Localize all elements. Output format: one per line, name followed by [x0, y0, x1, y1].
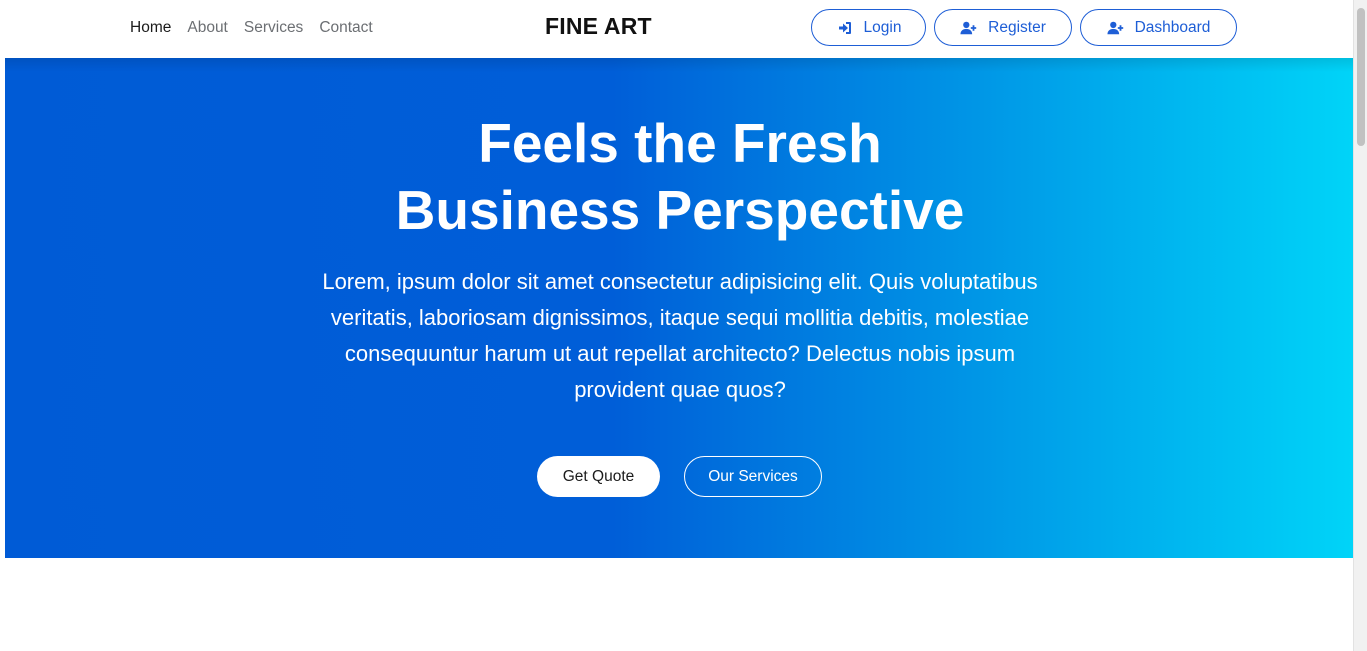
get-quote-button[interactable]: Get Quote — [537, 456, 660, 497]
hero-description: Lorem, ipsum dolor sit amet consectetur … — [322, 269, 1038, 402]
nav-services[interactable]: Services — [244, 19, 303, 37]
our-services-button[interactable]: Our Services — [684, 456, 822, 497]
register-button[interactable]: Register — [934, 9, 1072, 46]
login-button[interactable]: Login — [811, 9, 926, 46]
nav-contact[interactable]: Contact — [319, 19, 372, 37]
register-label: Register — [988, 18, 1046, 36]
vertical-scrollbar[interactable] — [1353, 0, 1367, 651]
nav-home[interactable]: Home — [130, 19, 171, 37]
main-nav: Home About Services Contact — [130, 0, 389, 56]
hero-section: Feels the Fresh Business Perspective Lor… — [5, 58, 1353, 558]
dashboard-button[interactable]: Dashboard — [1080, 9, 1237, 46]
brand-logo[interactable]: FINE ART — [545, 13, 652, 40]
nav-about[interactable]: About — [187, 19, 228, 37]
user-plus-icon — [960, 19, 978, 37]
sign-in-icon — [836, 19, 854, 37]
user-plus-icon — [1107, 19, 1125, 37]
page: Home About Services Contact FINE ART Log… — [0, 0, 1367, 651]
hero-top-shadow — [5, 58, 1353, 72]
login-label: Login — [863, 18, 902, 36]
hero-title-text: Feels the Fresh Business Perspective — [395, 112, 965, 241]
dashboard-label: Dashboard — [1134, 18, 1211, 36]
navbar: Home About Services Contact FINE ART Log… — [5, 0, 1353, 58]
scrollbar-thumb[interactable] — [1357, 8, 1365, 146]
hero-actions: Get Quote Our Services — [537, 456, 822, 497]
auth-buttons: Login Register Dashboard — [811, 9, 1237, 46]
hero-title: Feels the Fresh Business Perspective — [5, 110, 1355, 244]
